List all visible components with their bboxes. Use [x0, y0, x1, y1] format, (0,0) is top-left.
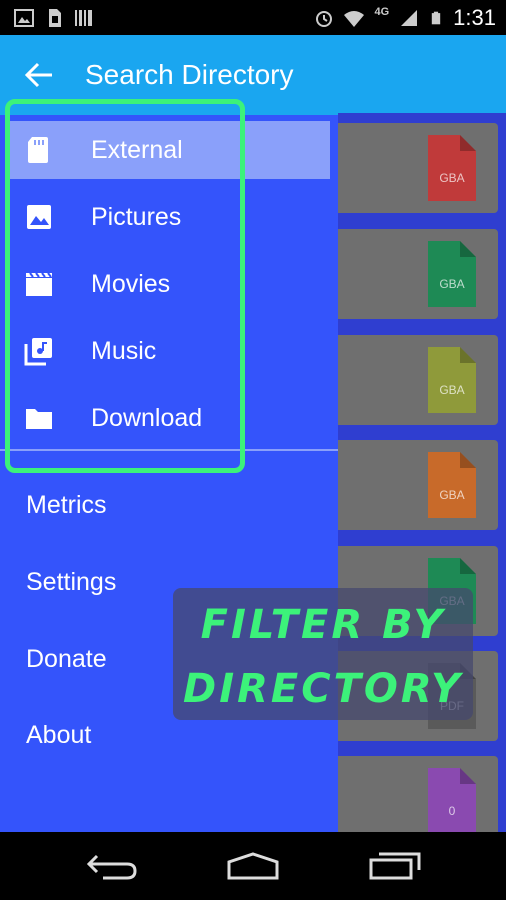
sim-icon: [49, 9, 61, 27]
file-type-label: GBA: [439, 383, 465, 397]
menu-item-donate[interactable]: Donate: [26, 645, 107, 674]
file-icon: [428, 135, 476, 201]
system-nav-bar: [0, 832, 506, 900]
back-icon[interactable]: [83, 850, 143, 882]
alarm-icon: [316, 11, 333, 27]
menu-item-settings[interactable]: Settings: [26, 568, 116, 597]
file-icon: [428, 241, 476, 307]
signal-icon: [401, 10, 418, 26]
network-type: 4G: [374, 6, 390, 18]
banner-line-1: FILTER BY: [200, 602, 446, 648]
banner-line-2: DIRECTORY: [183, 666, 463, 712]
file-icon: [428, 768, 476, 834]
file-type-label: 0: [448, 804, 456, 818]
drawer-title: Search Directory: [85, 59, 294, 90]
home-icon[interactable]: [223, 850, 283, 882]
battery-icon: [431, 11, 441, 25]
directory-highlight-box: [5, 99, 245, 473]
file-type-label: GBA: [439, 171, 465, 185]
status-bar: 4G 1:31: [0, 0, 506, 35]
menu-item-about[interactable]: About: [26, 721, 91, 750]
promo-banner: FILTER BY DIRECTORY: [173, 588, 473, 720]
file-icon: [428, 452, 476, 518]
barcode-icon: [75, 10, 92, 26]
image-icon: [14, 9, 34, 27]
clock: 1:31: [453, 5, 496, 30]
back-arrow-icon[interactable]: [24, 61, 54, 89]
menu-item-metrics[interactable]: Metrics: [26, 491, 107, 520]
file-type-label: GBA: [439, 277, 465, 291]
file-icon: [428, 347, 476, 413]
file-type-label: GBA: [439, 488, 465, 502]
recents-icon[interactable]: [365, 850, 425, 882]
wifi-icon: [344, 11, 365, 27]
